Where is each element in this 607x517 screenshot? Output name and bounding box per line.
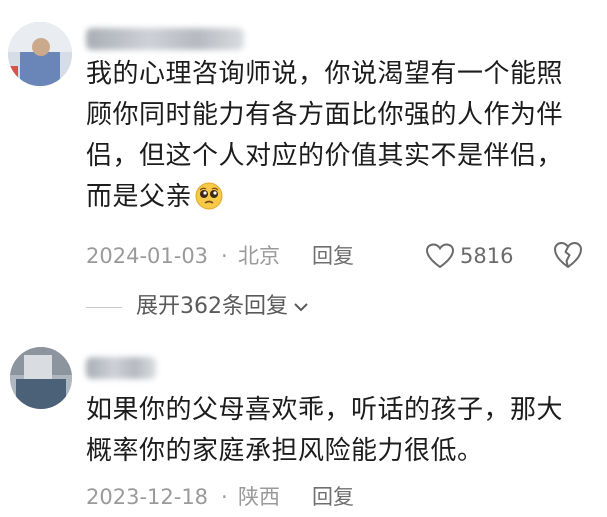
- comment-item: 如果你的父母喜欢乖，听话的孩子，那大概率你的家庭承担风险能力很低。 2023-1…: [0, 335, 607, 517]
- comment-date: 2023-12-18: [86, 485, 209, 509]
- meta-separator: ·: [221, 244, 228, 268]
- comment-date: 2024-01-03: [86, 244, 209, 268]
- reply-button[interactable]: 回复: [312, 241, 354, 271]
- username-blurred[interactable]: [86, 357, 156, 379]
- heart-icon: [426, 243, 454, 269]
- avatar[interactable]: [8, 22, 72, 86]
- comment-meta: 2023-12-18 · 陕西 回复: [86, 482, 486, 512]
- username-blurred[interactable]: [86, 28, 244, 50]
- like-button[interactable]: 5816: [426, 241, 513, 271]
- comment-text: 我的心理咨询师说，你说渴望有一个能照顾你同时能力有各方面比你强的人作为伴侣，但这…: [86, 59, 564, 212]
- comment-location: 陕西: [238, 485, 280, 509]
- expand-replies-button[interactable]: 展开362条回复: [86, 292, 310, 322]
- like-count: 5816: [460, 244, 514, 268]
- expand-divider: [86, 306, 122, 308]
- chevron-down-icon: [294, 303, 308, 312]
- broken-heart-icon[interactable]: [553, 241, 583, 271]
- reply-button[interactable]: 回复: [312, 482, 354, 512]
- expand-replies-label: 展开362条回复: [136, 294, 288, 319]
- comment-location: 北京: [238, 244, 280, 268]
- meta-separator: ·: [221, 485, 228, 509]
- comment-item: 我的心理咨询师说，你说渴望有一个能照顾你同时能力有各方面比你强的人作为伴侣，但这…: [0, 0, 607, 335]
- comment-meta: 2024-01-03 · 北京 回复 5816: [86, 241, 586, 271]
- comment-text: 如果你的父母喜欢乖，听话的孩子，那大概率你的家庭承担风险能力很低。: [86, 395, 564, 466]
- avatar[interactable]: [10, 347, 72, 409]
- pleading-face-emoji-icon: [194, 181, 224, 211]
